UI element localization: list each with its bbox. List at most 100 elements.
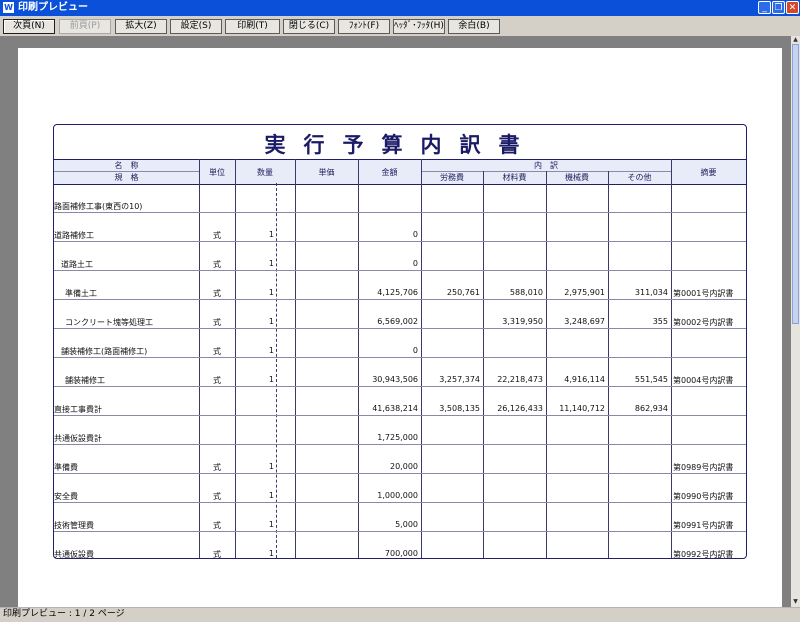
row-name: 舗装補修工(路面補修工) — [61, 347, 148, 356]
column-line — [608, 171, 609, 558]
scroll-thumb[interactable] — [792, 44, 799, 324]
row-remarks: 第0990号内訳書 — [673, 492, 734, 501]
zoom-button[interactable]: 拡大(Z) — [115, 19, 167, 34]
row-amount: 0 — [412, 259, 418, 268]
row-material: 588,010 — [509, 288, 543, 297]
restore-button[interactable]: ❐ — [772, 1, 785, 14]
minimize-button[interactable]: _ — [758, 1, 771, 14]
row-name: 共通仮設費 — [54, 550, 94, 559]
row-unit: 式 — [213, 492, 221, 501]
row-name: 準備費 — [54, 463, 78, 472]
next-page-button[interactable]: 次頁(N) — [3, 19, 55, 34]
row-qty: 1 — [268, 549, 274, 558]
row-material: 3,319,950 — [502, 317, 543, 326]
header-machine: 機械費 — [565, 173, 589, 182]
header-unit: 単位 — [209, 168, 225, 177]
row-remarks: 第0989号内訳書 — [673, 463, 734, 472]
row-machine: 3,248,697 — [564, 317, 605, 326]
row-unit: 式 — [213, 550, 221, 559]
row-line — [54, 531, 746, 532]
row-labor: 3,257,374 — [439, 375, 480, 384]
row-amount: 41,638,214 — [372, 404, 418, 413]
column-line — [546, 171, 547, 558]
row-unit: 式 — [213, 260, 221, 269]
header-footer-button[interactable]: ﾍｯﾀﾞ･ﾌｯﾀ(H) — [393, 19, 445, 34]
margin-button[interactable]: 余白(B) — [448, 19, 500, 34]
row-material: 26,126,433 — [497, 404, 543, 413]
row-line — [54, 212, 746, 213]
vertical-scrollbar[interactable]: ▲ ▼ — [791, 36, 800, 607]
header-name: 名 称 — [114, 161, 139, 170]
scroll-up-icon[interactable]: ▲ — [791, 36, 800, 44]
row-qty: 1 — [268, 288, 274, 297]
row-machine: 11,140,712 — [559, 404, 605, 413]
header-spec: 規 格 — [114, 173, 139, 182]
header-remarks: 摘要 — [700, 168, 717, 177]
row-name: 道路補修工 — [54, 231, 94, 240]
close-button[interactable]: 閉じる(C) — [283, 19, 335, 34]
row-machine: 2,975,901 — [564, 288, 605, 297]
row-line — [54, 386, 746, 387]
row-other: 311,034 — [634, 288, 668, 297]
row-line — [54, 299, 746, 300]
row-remarks: 第0992号内訳書 — [673, 550, 734, 559]
row-qty: 1 — [268, 462, 274, 471]
row-unit: 式 — [213, 463, 221, 472]
header-other: その他 — [627, 173, 652, 182]
app-icon: W — [3, 2, 14, 13]
row-remarks: 第0002号内訳書 — [673, 318, 734, 327]
row-amount: 20,000 — [390, 462, 418, 471]
row-amount: 4,125,706 — [377, 288, 418, 297]
header-price: 単価 — [318, 168, 335, 177]
column-line — [483, 171, 484, 558]
row-machine: 4,916,114 — [564, 375, 605, 384]
row-qty: 1 — [268, 317, 274, 326]
row-name: 技術管理費 — [54, 521, 94, 530]
row-amount: 700,000 — [384, 549, 418, 558]
row-amount: 0 — [412, 346, 418, 355]
row-labor: 250,761 — [446, 288, 480, 297]
row-name: 舗装補修工 — [65, 376, 105, 385]
row-unit: 式 — [213, 347, 221, 356]
row-other: 862,934 — [634, 404, 668, 413]
toolbar: 次頁(N) 前頁(P) 拡大(Z) 設定(S) 印刷(T) 閉じる(C) ﾌｫﾝ… — [0, 16, 800, 36]
font-button[interactable]: ﾌｫﾝﾄ(F) — [338, 19, 390, 34]
window-title: 印刷プレビュー — [18, 2, 88, 13]
header-amount: 金額 — [381, 168, 398, 177]
print-button[interactable]: 印刷(T) — [225, 19, 280, 34]
row-other: 551,545 — [634, 375, 668, 384]
row-remarks: 第0001号内訳書 — [673, 289, 734, 298]
prev-page-button[interactable]: 前頁(P) — [59, 19, 111, 34]
row-line — [54, 502, 746, 503]
header-breakdown: 内 訳 — [534, 161, 558, 170]
row-name: コンクリート塊等処理工 — [65, 318, 153, 327]
settings-button[interactable]: 設定(S) — [170, 19, 222, 34]
row-amount: 30,943,506 — [372, 375, 418, 384]
document-title: 実行予算内訳書 — [264, 133, 538, 157]
row-qty: 1 — [268, 375, 274, 384]
row-amount: 6,569,002 — [377, 317, 418, 326]
row-unit: 式 — [213, 318, 221, 327]
row-qty: 1 — [268, 346, 274, 355]
row-amount: 1,000,000 — [377, 491, 418, 500]
header-labor: 労務費 — [440, 173, 464, 182]
scroll-down-icon[interactable]: ▼ — [791, 598, 800, 606]
row-qty: 1 — [268, 259, 274, 268]
row-name: 路面補修工事(東西の10) — [54, 202, 143, 211]
column-line — [421, 159, 422, 558]
row-material: 22,218,473 — [497, 375, 543, 384]
column-line — [295, 159, 296, 558]
row-line — [54, 328, 746, 329]
row-line — [54, 473, 746, 474]
row-line — [54, 444, 746, 445]
row-remarks: 第0991号内訳書 — [673, 521, 734, 530]
row-remarks: 第0004号内訳書 — [673, 376, 734, 385]
row-name: 道路土工 — [61, 260, 93, 269]
row-unit: 式 — [213, 231, 221, 240]
row-amount: 1,725,000 — [377, 433, 418, 442]
close-window-button[interactable]: ✕ — [786, 1, 799, 14]
row-amount: 5,000 — [395, 520, 418, 529]
row-unit: 式 — [213, 376, 221, 385]
row-name: 準備土工 — [65, 289, 97, 298]
row-name: 安全費 — [54, 492, 78, 501]
